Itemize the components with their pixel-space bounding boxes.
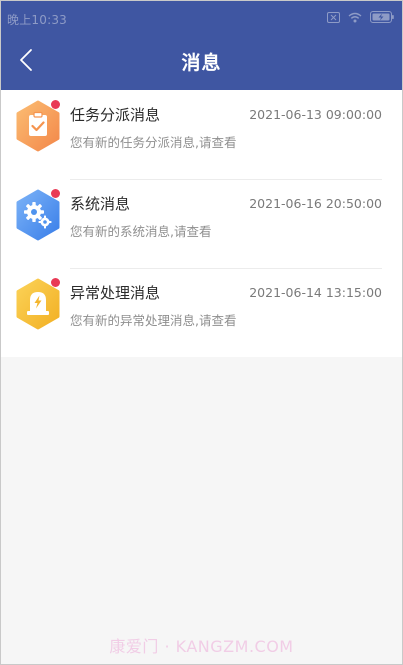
message-icon (14, 100, 62, 152)
message-time: 2021-06-16 20:50:00 (249, 196, 382, 211)
app-screen: 晚上10:33 消息 任务分派消息 2021-06-13 09:00:00 您有… (0, 0, 403, 665)
message-item-exception[interactable]: 异常处理消息 2021-06-14 13:15:00 您有新的异常处理消息,请查… (1, 268, 402, 357)
message-preview: 您有新的系统消息,请查看 (70, 224, 212, 239)
unread-dot (51, 278, 60, 287)
nav-bar: 消息 (1, 33, 402, 90)
message-icon (14, 278, 62, 330)
unread-dot (51, 189, 60, 198)
unread-dot (51, 100, 60, 109)
watermark: 康爱门 · KANGZM.COM (109, 637, 294, 656)
message-title: 系统消息 (70, 195, 131, 213)
message-time: 2021-06-13 09:00:00 (249, 107, 382, 122)
message-title: 任务分派消息 (70, 106, 161, 124)
message-item-task-assignment[interactable]: 任务分派消息 2021-06-13 09:00:00 您有新的任务分派消息,请查… (1, 90, 402, 179)
message-preview: 您有新的异常处理消息,请查看 (70, 313, 237, 328)
message-title: 异常处理消息 (70, 284, 161, 302)
status-icons (327, 11, 394, 24)
app-header: 晚上10:33 消息 (1, 1, 402, 90)
status-bar: 晚上10:33 (1, 1, 402, 33)
message-time: 2021-06-14 13:15:00 (249, 285, 382, 300)
page-title: 消息 (181, 52, 222, 74)
message-icon (14, 189, 62, 241)
status-time: 晚上10:33 (7, 13, 67, 27)
message-preview: 您有新的任务分派消息,请查看 (70, 135, 237, 150)
message-list: 任务分派消息 2021-06-13 09:00:00 您有新的任务分派消息,请查… (1, 90, 402, 357)
wifi-icon (348, 8, 362, 27)
message-item-system[interactable]: 系统消息 2021-06-16 20:50:00 您有新的系统消息,请查看 (1, 179, 402, 268)
no-sim-icon (327, 8, 340, 27)
battery-charging-icon (370, 8, 394, 27)
